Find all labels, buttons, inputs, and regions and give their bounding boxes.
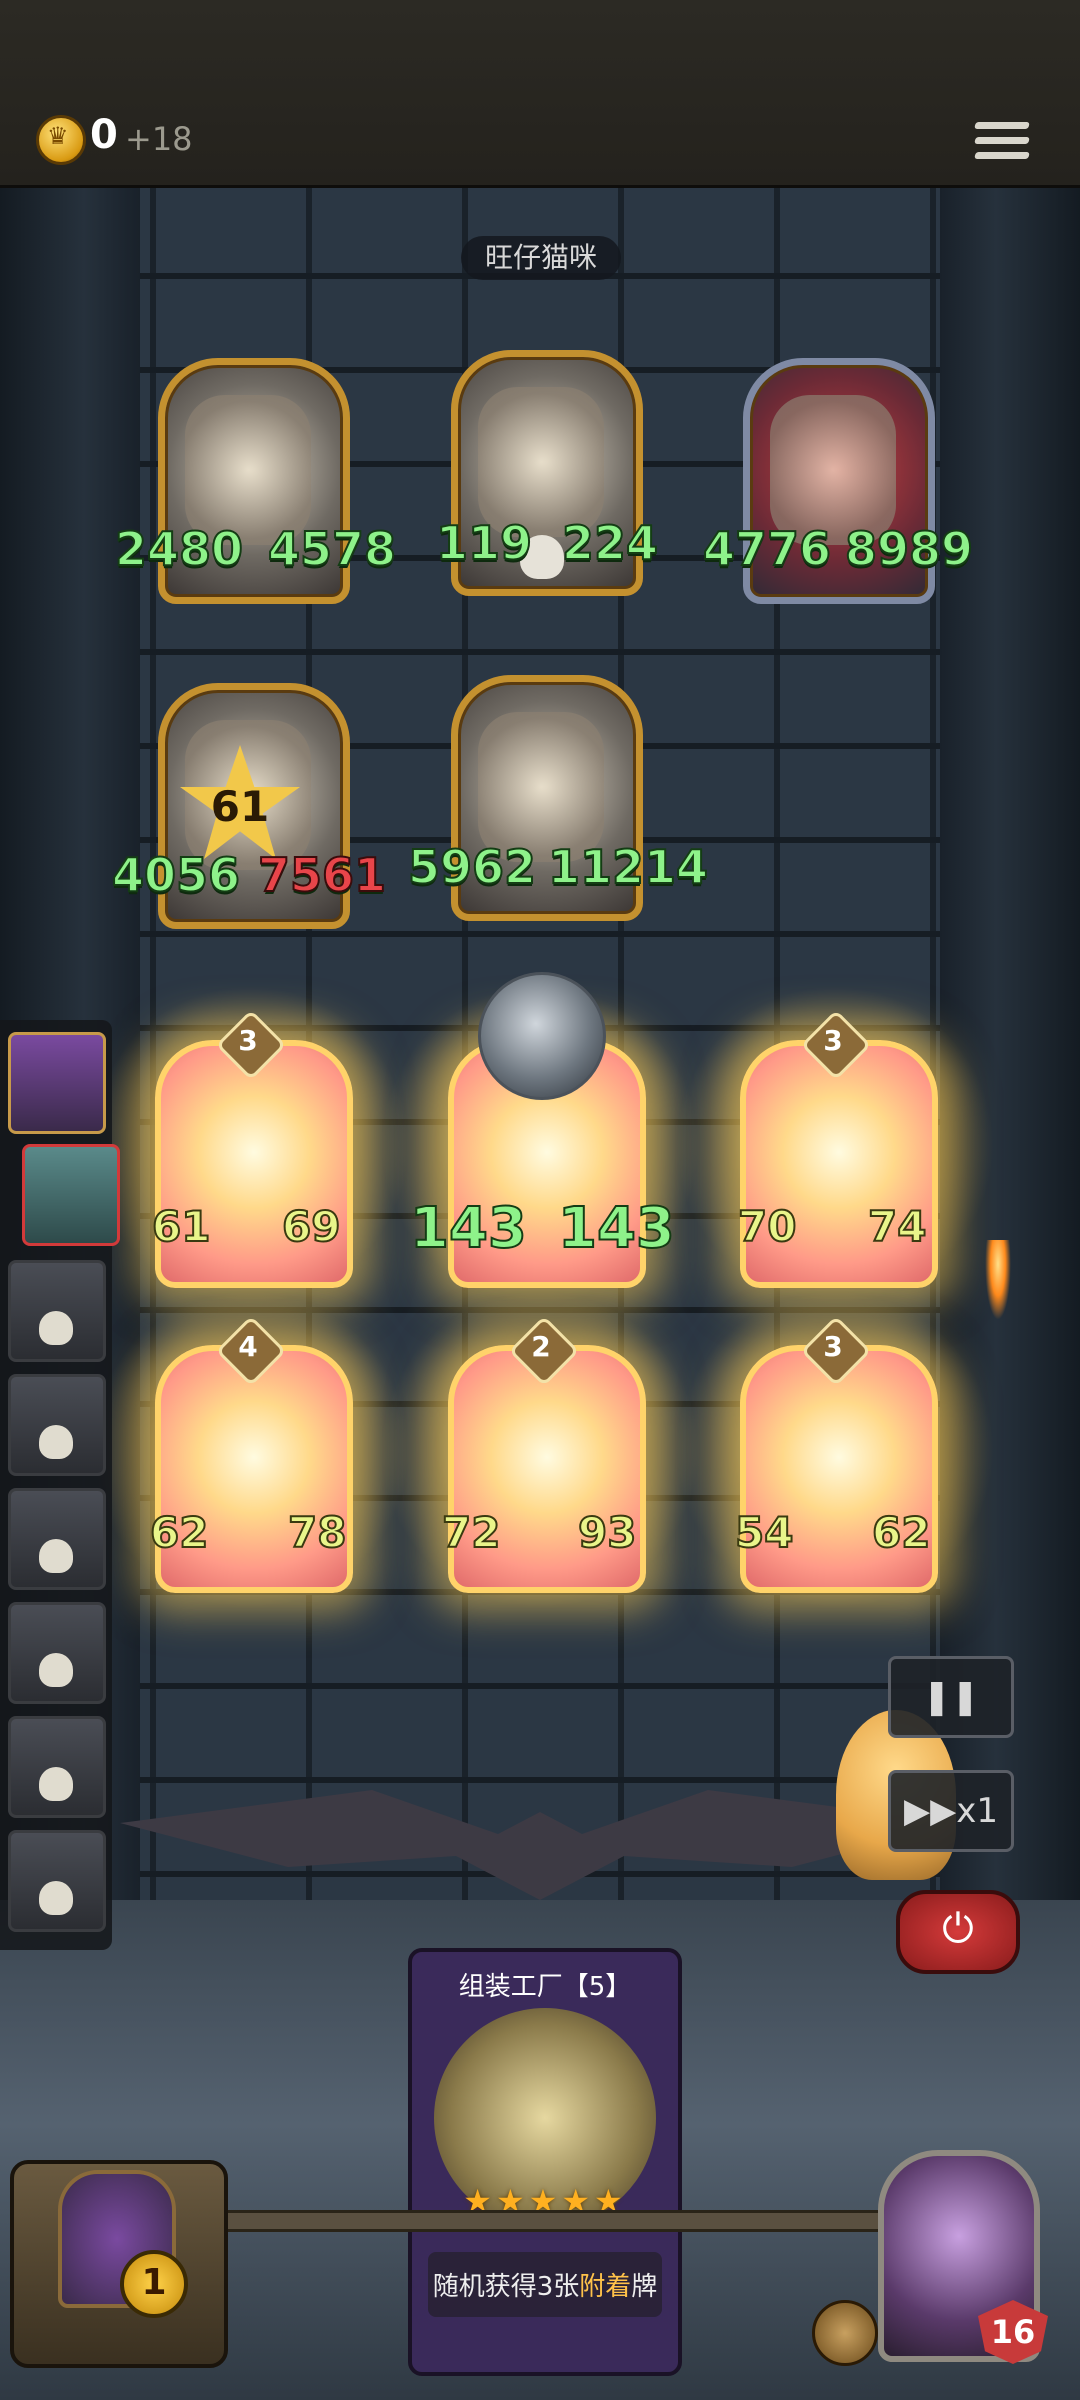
opponent-sidebar xyxy=(0,1020,120,1950)
opponent-portrait[interactable] xyxy=(8,1602,106,1704)
skull-icon xyxy=(39,1767,73,1801)
card-attack: 54 xyxy=(734,1507,794,1558)
card-attack: 72 xyxy=(441,1507,501,1558)
enemy-health: 7561 xyxy=(257,847,387,903)
draw-card-description: 随机获得3张附着牌 xyxy=(428,2252,662,2317)
speed-button[interactable]: ▶▶x1 xyxy=(888,1770,1014,1852)
enemy-attack: 4776 xyxy=(702,521,832,577)
pause-button[interactable]: ❚❚ xyxy=(888,1656,1014,1738)
enemy-health: 8989 xyxy=(844,521,974,577)
enemy-attack: 4056 xyxy=(111,847,241,903)
deck-count: 1 xyxy=(120,2250,188,2318)
gold-coin-icon xyxy=(36,115,86,165)
opponent-portrait[interactable] xyxy=(8,1032,106,1134)
level-value: 2 xyxy=(531,1330,551,1363)
card-health: 93 xyxy=(577,1507,637,1558)
shield-icon[interactable] xyxy=(812,2300,878,2366)
opponent-name: 旺仔猫咪 xyxy=(461,236,621,280)
enemy-health: 224 xyxy=(561,515,659,571)
opponent-portrait[interactable] xyxy=(8,1374,106,1476)
opponent-portrait[interactable] xyxy=(22,1144,120,1246)
level-value: 3 xyxy=(238,1024,258,1057)
enemy-attack: 119 xyxy=(435,515,533,571)
level-value: 3 xyxy=(823,1330,843,1363)
level-value: 3 xyxy=(823,1024,843,1057)
menu-icon[interactable] xyxy=(974,122,1030,172)
opponent-portrait[interactable] xyxy=(8,1716,106,1818)
opponent-portrait[interactable] xyxy=(8,1260,106,1362)
enemy-attack: 5962 xyxy=(407,839,537,895)
gold-amount: 0 xyxy=(90,112,118,158)
skull-icon xyxy=(39,1425,73,1459)
card-health: 74 xyxy=(867,1201,927,1252)
card-attack: 143 xyxy=(409,1195,528,1262)
torch-flame xyxy=(985,1240,1011,1320)
card-attack: 62 xyxy=(149,1507,209,1558)
top-bar: 0 +18 xyxy=(0,0,1080,188)
card-attack: 70 xyxy=(737,1201,797,1252)
enemy-attack: 2480 xyxy=(114,521,244,577)
skull-icon xyxy=(39,1881,73,1915)
skull-icon xyxy=(39,1539,73,1573)
card-health: 62 xyxy=(871,1507,931,1558)
opponent-portrait[interactable] xyxy=(8,1830,106,1932)
skull-icon xyxy=(39,1653,73,1687)
opponent-portrait[interactable] xyxy=(8,1488,106,1590)
orb-icon xyxy=(478,972,606,1100)
skull-icon xyxy=(39,1311,73,1345)
card-health: 78 xyxy=(287,1507,347,1558)
gold-income: +18 xyxy=(125,120,193,158)
star-badge-value: 61 xyxy=(210,782,270,831)
enemy-health: 11214 xyxy=(547,839,709,895)
draw-card-title: 组装工厂【5】 xyxy=(458,1972,632,2002)
card-health: 69 xyxy=(281,1201,341,1252)
power-button[interactable]: ⏻ xyxy=(896,1890,1020,1974)
card-attack: 61 xyxy=(151,1201,211,1252)
enemy-health: 4578 xyxy=(267,521,397,577)
draw-card[interactable]: 组装工厂【5】 ★★★★★ 随机获得3张附着牌 xyxy=(408,1948,682,2376)
level-value: 4 xyxy=(238,1330,258,1363)
card-health: 143 xyxy=(557,1195,676,1262)
